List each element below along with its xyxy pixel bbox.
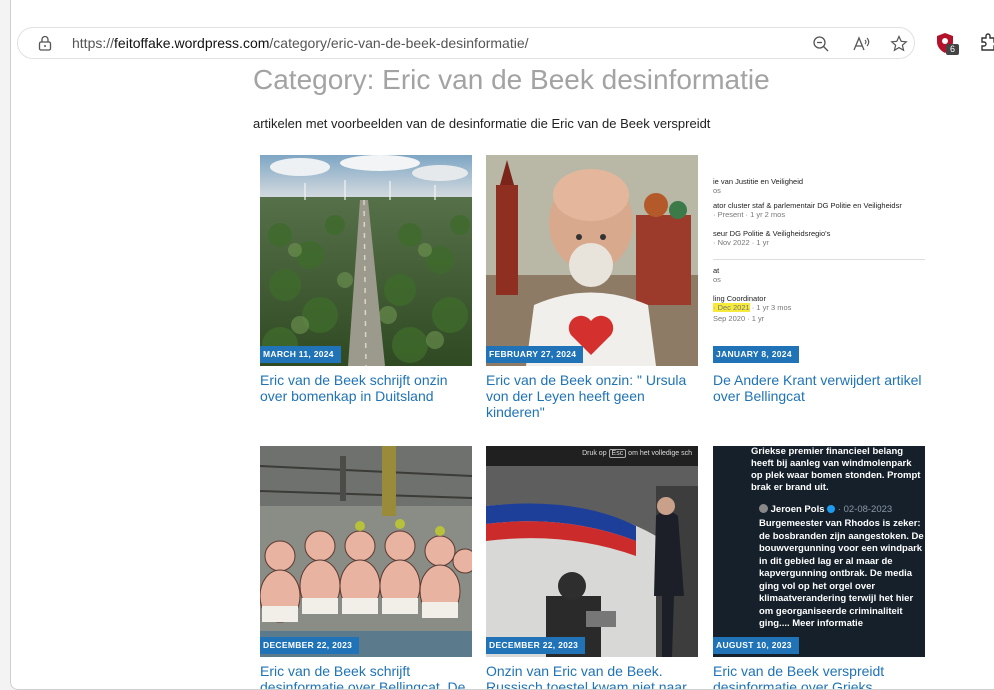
post-thumbnail[interactable]: FEBRUARY 27, 2024 xyxy=(486,155,698,366)
tweet-header: Jeroen Pols · 02-08-2023 xyxy=(759,504,892,515)
post-date-badge: AUGUST 10, 2023 xyxy=(713,637,799,654)
tweet-author: Jeroen Pols xyxy=(770,504,825,515)
browser-viewport: https://feitoffake.wordpress.com/categor… xyxy=(10,0,994,690)
read-aloud-icon[interactable] xyxy=(851,34,871,54)
linkedin-screenshot: ie van Justitie en Veiligheid os ator cl… xyxy=(713,177,925,323)
url-domain: feitoffake.wordpress.com xyxy=(114,35,270,51)
linkedin-line: · Present · 1 yr 2 mos xyxy=(713,210,786,219)
post-date-badge: FEBRUARY 27, 2024 xyxy=(486,346,584,363)
tweet-body: Burgemeester van Rhodos is zeker: de bos… xyxy=(759,518,924,629)
esc-key: Esc xyxy=(608,449,627,458)
extensions-puzzle-icon[interactable] xyxy=(978,31,994,53)
linkedin-line: os xyxy=(713,186,721,195)
page-title: Category: Eric van de Beek desinformatie xyxy=(253,64,770,95)
post-title-link[interactable]: Onzin van Eric van de Beek. Russisch toe… xyxy=(486,663,696,689)
post-thumbnail[interactable]: ie van Justitie en Veiligheid os ator cl… xyxy=(713,155,925,366)
post-card: MARCH 11, 2024 Eric van de Beek schrijft… xyxy=(260,155,472,404)
post-title-link[interactable]: Eric van de Beek schrijft desinformatie … xyxy=(260,663,470,689)
address-bar[interactable]: https://feitoffake.wordpress.com/categor… xyxy=(17,27,915,59)
linkedin-line: · Nov 2022 · 1 yr xyxy=(713,238,769,247)
url-scheme: https:// xyxy=(72,35,115,51)
fullscreen-hint-prefix: Druk op xyxy=(582,450,607,457)
post-thumbnail[interactable]: DECEMBER 22, 2023 xyxy=(260,446,472,657)
url-path: /category/eric-van-de-beek-desinformatie… xyxy=(269,35,529,51)
favorite-star-icon[interactable] xyxy=(889,34,909,54)
post-card: ie van Justitie en Veiligheid os ator cl… xyxy=(713,155,925,404)
url-text[interactable]: https://feitoffake.wordpress.com/categor… xyxy=(72,35,529,51)
forest-road-image xyxy=(260,155,472,366)
post-date-badge: MARCH 11, 2024 xyxy=(260,346,341,363)
zoom-out-icon[interactable] xyxy=(811,34,831,54)
video-still-image xyxy=(486,446,698,657)
avatar xyxy=(759,504,768,513)
fullscreen-hint-suffix: om het volledige sch xyxy=(628,450,692,457)
post-thumbnail[interactable]: MARCH 11, 2024 xyxy=(260,155,472,366)
linkedin-line: Sep 2020 · 1 yr xyxy=(713,314,765,323)
post-card: Druk op Esc om het volledige sch DECEMBE… xyxy=(486,446,698,689)
linkedin-dates: · Dec 2021 · 1 yr 3 mos xyxy=(713,303,925,312)
lock-icon[interactable] xyxy=(38,35,52,51)
highlighted-date: · Dec 2021 xyxy=(713,303,750,312)
linkedin-line: ie van Justitie en Veiligheid xyxy=(713,177,804,186)
tweet-date: · 02-08-2023 xyxy=(837,504,893,515)
post-title-link[interactable]: De Andere Krant verwijdert artikel over … xyxy=(713,372,923,404)
post-card: DECEMBER 22, 2023 Eric van de Beek schri… xyxy=(260,446,472,689)
linkedin-line: ling Coordinator xyxy=(713,294,766,303)
linkedin-duration: · 1 yr 3 mos xyxy=(751,303,792,312)
fullscreen-hint: Druk op Esc om het volledige sch xyxy=(582,449,692,458)
post-title-link[interactable]: Eric van de Beek verspreidt desinformati… xyxy=(713,663,923,689)
tweet-quote: Griekse premier financieel belang heeft … xyxy=(751,446,921,493)
post-card: Griekse premier financieel belang heeft … xyxy=(713,446,925,689)
linkedin-line: os xyxy=(713,275,721,284)
post-date-badge: DECEMBER 22, 2023 xyxy=(260,637,360,654)
extension-badge: 6 xyxy=(946,44,959,55)
post-card: FEBRUARY 27, 2024 Eric van de Beek onzin… xyxy=(486,155,698,420)
post-date-badge: JANUARY 8, 2024 xyxy=(713,346,799,363)
post-title-link[interactable]: Eric van de Beek schrijft onzin over bom… xyxy=(260,372,470,404)
post-thumbnail[interactable]: Druk op Esc om het volledige sch DECEMBE… xyxy=(486,446,698,657)
verified-icon xyxy=(827,505,836,513)
caricature-image xyxy=(486,155,698,366)
post-title-link[interactable]: Eric van de Beek onzin: " Ursula von der… xyxy=(486,372,696,420)
linkedin-line: seur DG Politie & Veiligheidsregio's xyxy=(713,229,831,238)
post-date-badge: DECEMBER 22, 2023 xyxy=(486,637,586,654)
linkedin-line: ator cluster staf & parlementair DG Poli… xyxy=(713,201,902,210)
cartoon-image xyxy=(260,446,472,657)
category-description: artikelen met voorbeelden van de desinfo… xyxy=(253,116,711,131)
linkedin-line: at xyxy=(713,259,925,275)
post-thumbnail[interactable]: Griekse premier financieel belang heeft … xyxy=(713,446,925,657)
